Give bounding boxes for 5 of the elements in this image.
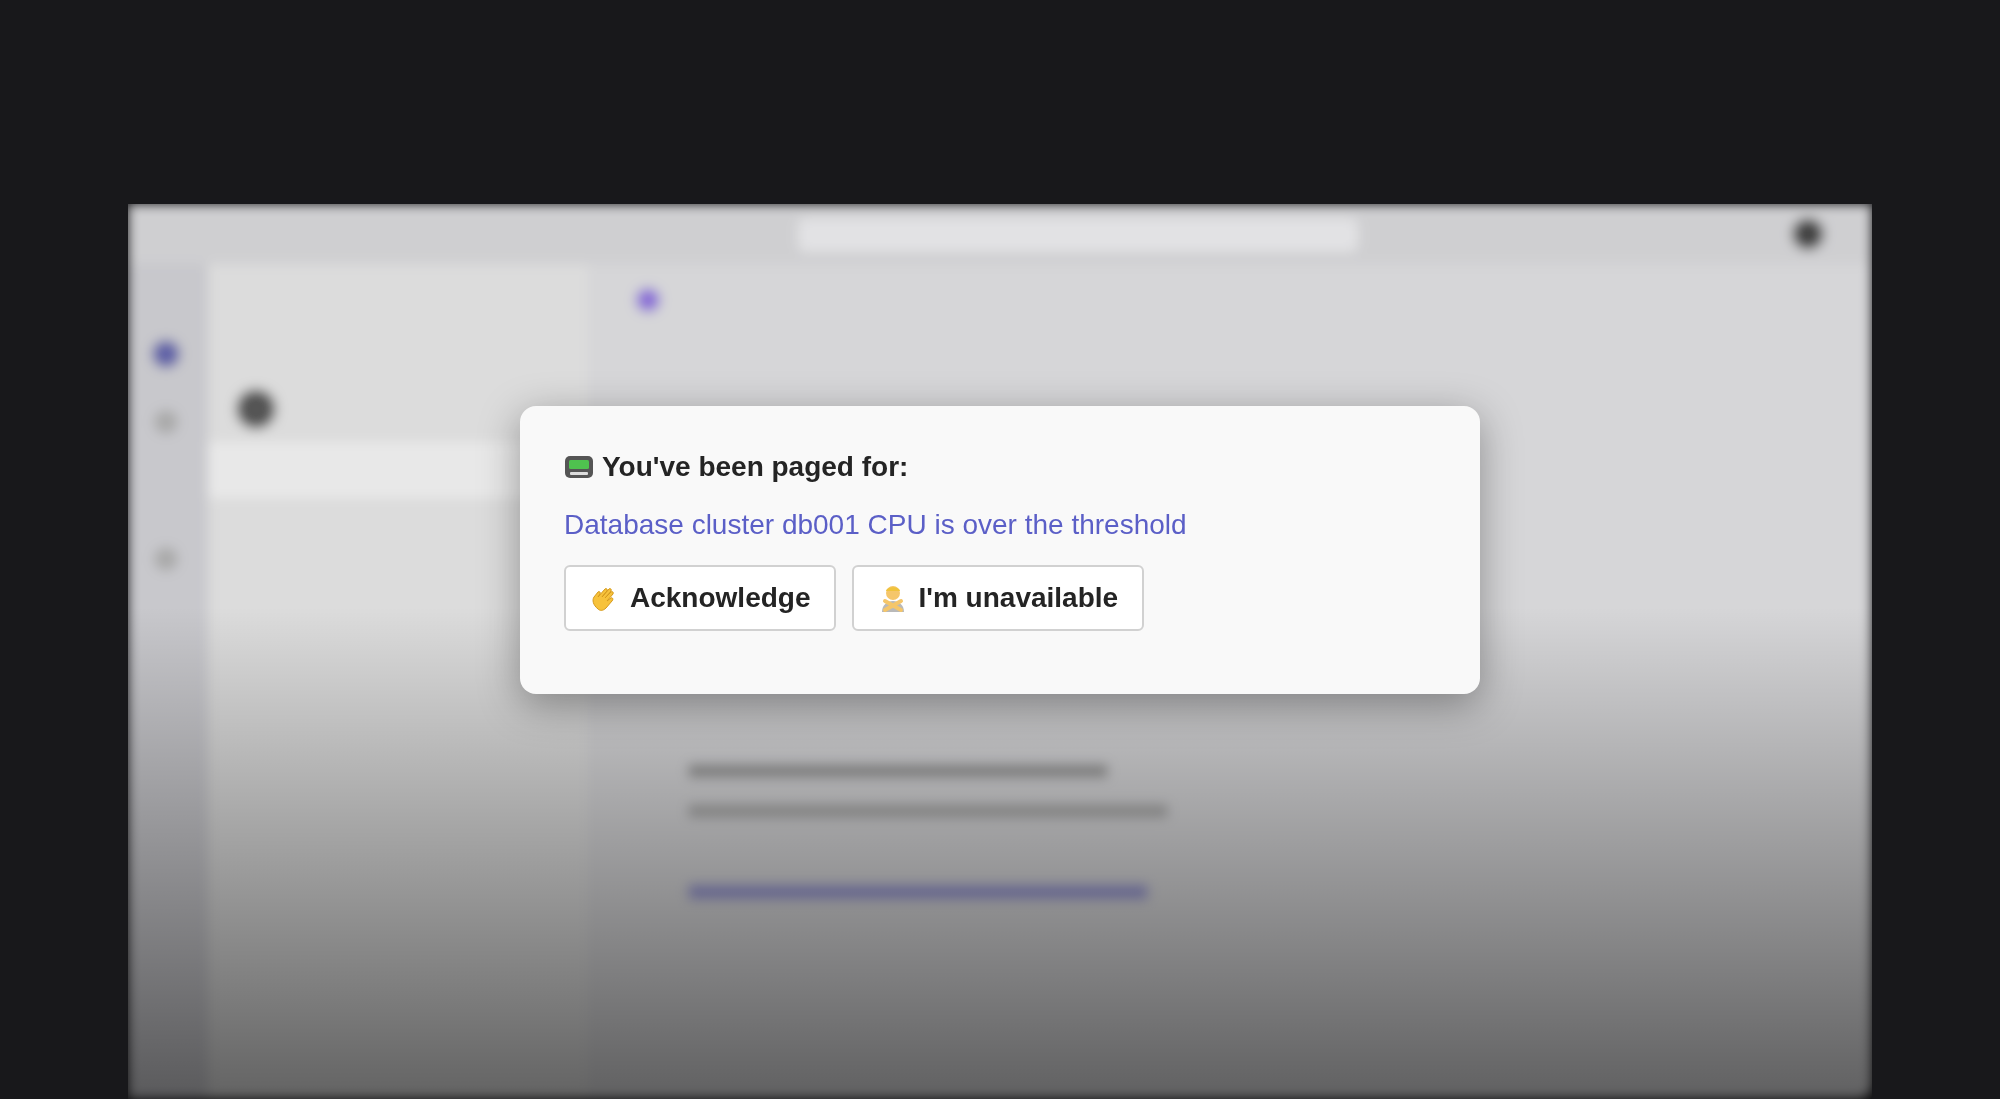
alert-link[interactable]: Database cluster db001 CPU is over the threshold: [564, 507, 1436, 542]
acknowledge-button[interactable]: Acknowledge: [564, 565, 837, 632]
pager-icon: [564, 453, 594, 480]
unavailable-button[interactable]: I'm unavailable: [852, 565, 1145, 632]
notification-title: You've been paged for:: [602, 450, 909, 484]
